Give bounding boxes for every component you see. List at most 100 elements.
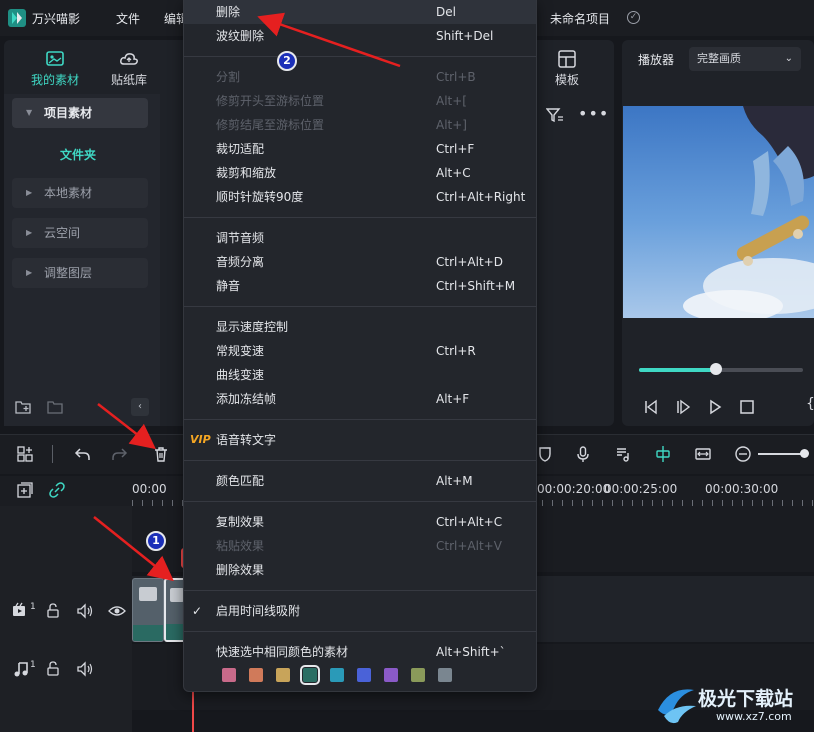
color-swatch[interactable] [384,668,398,682]
prev-frame-icon[interactable] [642,398,660,416]
menu-item[interactable]: 显示速度控制 [184,315,536,339]
menu-item-label: 删除效果 [216,563,265,577]
menu-item[interactable]: 音频分离 Ctrl+Alt+D [184,250,536,274]
color-swatch[interactable] [330,668,344,682]
menu-item[interactable]: 顺时针旋转90度 Ctrl+Alt+Right [184,185,536,209]
snap-magnet-icon[interactable] [654,445,672,463]
menu-item[interactable]: 调节音频 [184,226,536,250]
eye-icon[interactable] [108,602,126,620]
menu-item-label: 粘贴效果 [216,539,265,553]
zoom-out-icon[interactable] [734,445,752,463]
color-swatch[interactable] [357,668,371,682]
player-label: 播放器 [638,53,675,67]
menu-item-label: 曲线变速 [216,368,265,382]
color-swatch[interactable] [222,668,236,682]
menu-item-shortcut: Ctrl+B [436,70,476,84]
sidebar-item-label: 调整图层 [44,266,93,280]
color-swatch[interactable] [276,668,290,682]
menu-item[interactable]: 裁剪和缩放 Alt+C [184,161,536,185]
music-list-icon[interactable] [614,445,632,463]
caret-right-icon: ▶ [26,228,33,237]
speaker-icon[interactable] [76,602,94,620]
new-folder-icon[interactable] [14,398,32,416]
next-frame-icon[interactable] [674,398,692,416]
add-track-icon[interactable] [16,481,34,499]
sidebar-item-cloud-space[interactable]: ▶ 云空间 [12,218,148,248]
tab-templates[interactable]: 模板 [542,50,592,88]
menu-item[interactable]: ✓ 启用时间线吸附 [184,599,536,623]
zoom-slider-handle[interactable] [800,449,809,458]
undo-icon[interactable] [73,445,91,463]
menu-item[interactable]: 颜色匹配 Alt+M [184,469,536,493]
menu-item-label: 添加冻结帧 [216,392,277,406]
menu-item-shortcut: Ctrl+F [436,142,475,156]
chevron-down-icon: ⌄ [784,53,793,64]
sidebar-item-adjustment-layer[interactable]: ▶ 调整图层 [12,258,148,288]
playback-progress-handle[interactable] [710,363,723,375]
color-swatch[interactable] [438,668,452,682]
menu-separator [184,501,536,502]
layout-icon[interactable] [16,445,34,463]
link-icon[interactable] [48,481,66,499]
fit-width-icon[interactable] [694,445,712,463]
lock-icon[interactable] [44,602,62,620]
context-menu: 删除 Del 波纹删除 Shift+Del 分割 Ctrl+B 修剪开头至游标位置 Alt+[… [183,0,537,692]
color-swatch[interactable] [300,665,320,685]
caret-down-icon: ▼ [26,108,33,117]
collapse-sidebar-icon[interactable]: ‹ [131,398,149,416]
sidebar-item-local-media[interactable]: ▶ 本地素材 [12,178,148,208]
sidebar-item-label: 项目素材 [44,106,93,120]
menu-item[interactable]: 常规变速 Ctrl+R [184,339,536,363]
quality-select[interactable]: 完整画质 ⌄ [689,47,801,71]
menu-file[interactable]: 文件 [116,10,140,27]
ruler-tick-label: 00:00:25:00 [604,482,678,496]
tab-stickers[interactable]: 贴纸库 [100,50,158,88]
play-icon[interactable] [706,398,724,416]
color-swatch[interactable] [249,668,263,682]
checkmark-icon: ✓ [192,604,203,618]
menu-item-label: 快速选中相同颜色的素材 [216,645,349,659]
sidebar-folder[interactable]: 文件夹 [60,146,96,163]
ruler-tick-label: 00:00 [132,482,167,496]
menu-item[interactable]: 曲线变速 [184,363,536,387]
lock-icon[interactable] [44,660,62,678]
template-icon [557,50,577,68]
menu-item[interactable]: 裁切适配 Ctrl+F [184,137,536,161]
speaker-icon[interactable] [76,660,94,678]
menu-separator [184,590,536,591]
menu-item[interactable]: 添加冻结帧 Alt+F [184,387,536,411]
watermark-name: 极光下载站 [698,688,794,710]
menu-separator [184,56,536,57]
menu-item[interactable]: 删除效果 [184,558,536,582]
clip-audio-strip [166,624,184,640]
filter-icon[interactable] [546,106,564,124]
menu-separator [184,460,536,461]
menu-item-shortcut: Del [436,5,456,19]
menu-item-label: 裁切适配 [216,142,265,156]
more-icon[interactable]: ••• [578,104,609,123]
menu-item[interactable]: 复制效果 Ctrl+Alt+C [184,510,536,534]
folder-icon[interactable] [46,398,64,416]
menu-separator [184,631,536,632]
vip-badge: VIP [190,433,211,446]
menu-item-shortcut: Alt+C [436,166,471,180]
delete-trash-icon[interactable] [152,445,170,463]
brace-icon[interactable]: { [806,396,814,412]
menu-item: 修剪开头至游标位置 Alt+[ [184,89,536,113]
menu-item-shortcut: Shift+Del [436,29,494,43]
sidebar-item-project-media[interactable]: ▼ 项目素材 [12,98,148,128]
color-swatch[interactable] [411,668,425,682]
menu-item[interactable]: VIP 语音转文字 [184,428,536,452]
menu-item[interactable]: 删除 Del [184,0,536,24]
microphone-icon[interactable] [574,445,592,463]
video-clip[interactable] [132,578,164,642]
menu-item-label: 分割 [216,70,241,84]
menu-item: 分割 Ctrl+B [184,65,536,89]
menu-item[interactable]: 静音 Ctrl+Shift+M [184,274,536,298]
redo-icon[interactable] [111,445,129,463]
tab-my-media[interactable]: 我的素材 [26,50,84,88]
stop-icon[interactable] [738,398,756,416]
menu-item[interactable]: 波纹删除 Shift+Del [184,24,536,48]
menu-item[interactable]: 快速选中相同颜色的素材 Alt+Shift+` [184,640,536,664]
shield-icon[interactable] [536,445,554,463]
